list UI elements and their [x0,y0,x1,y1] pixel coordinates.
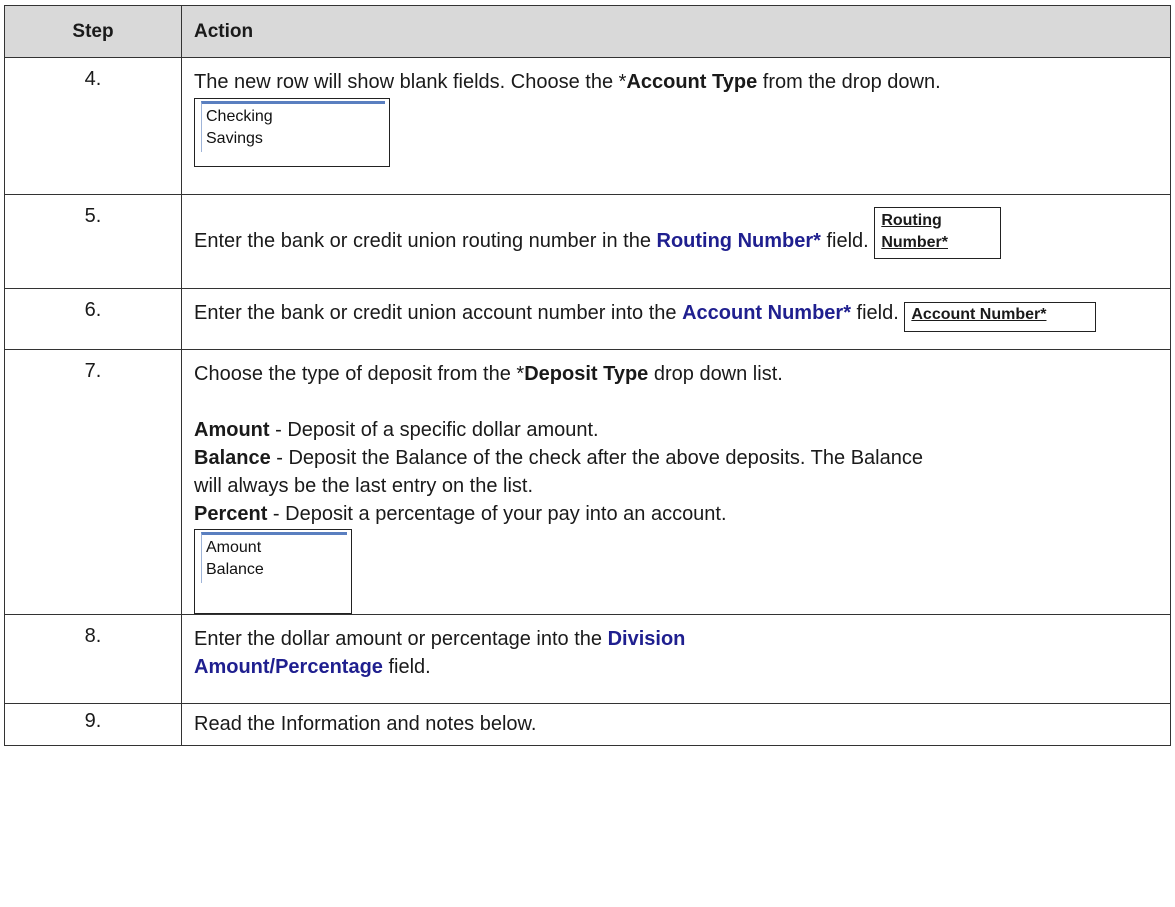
account-number-label-screenshot: Account Number* [904,302,1097,332]
field-name: Account Type [626,71,758,93]
table-row: 8. Enter the dollar amount or percentage… [4,614,1171,704]
field-name: Division [607,628,686,650]
step-number: 7. [4,349,182,615]
step-number: 8. [4,614,182,704]
definition-balance-cont: will always be the last entry on the lis… [194,475,534,497]
table-row: 5. Enter the bank or credit union routin… [4,194,1171,289]
definition-percent: Percent - Deposit a percentage of your p… [194,503,727,525]
definition-amount: Amount - Deposit of a specific dollar am… [194,419,599,441]
step-instruction: Enter the dollar amount or percentage in… [181,614,1171,704]
instruction-text: Enter the dollar amount or percentage in… [194,628,608,650]
procedure-table: Step Action 4. The new row will show bla… [4,5,1171,746]
field-name: Routing Number* [656,230,821,252]
account-type-listbox-screenshot: Checking Savings [194,98,390,167]
instruction-text: Choose the type of deposit from the * [194,363,525,385]
routing-number-label-screenshot: Routing Number* [874,207,1002,259]
step-number: 6. [4,288,182,350]
step-instruction: The new row will show blank fields. Choo… [181,57,1171,195]
deposit-type-listbox-screenshot: Amount Balance [194,529,352,614]
action-column-header: Action [181,5,1171,58]
listbox-option: Savings [206,130,263,147]
listbox-option: Amount [206,539,262,556]
definition-balance: Balance - Deposit the Balance of the che… [194,447,923,469]
instruction-text: field. [820,230,869,252]
label-line: Number* [881,234,948,251]
label-line: Routing [881,212,942,229]
table-row: 7. Choose the type of deposit from the *… [4,349,1171,615]
instruction-text: Enter the bank or credit union routing n… [194,230,657,252]
step-number: 9. [4,703,182,746]
instruction-text: from the drop down. [757,71,941,93]
table-row: 4. The new row will show blank fields. C… [4,57,1171,195]
table-header-row: Step Action [4,5,1171,58]
instruction-text: Enter the bank or credit union account n… [194,302,683,324]
step-instruction: Choose the type of deposit from the *Dep… [181,349,1171,615]
step-instruction: Enter the bank or credit union routing n… [181,194,1171,289]
field-name: Deposit Type [524,363,649,385]
instruction-text: drop down list. [648,363,783,385]
step-instruction: Read the Information and notes below. [181,703,1171,746]
step-number: 4. [4,57,182,195]
field-name: Amount/Percentage [194,656,383,678]
instruction-text: field. [382,656,431,678]
instruction-text: field. [850,302,899,324]
instruction-text: The new row will show blank fields. Choo… [194,71,627,93]
table-row: 9. Read the Information and notes below. [4,703,1171,746]
step-column-header: Step [4,5,182,58]
listbox-option: Balance [206,561,264,578]
step-number: 5. [4,194,182,289]
listbox-option: Checking [206,108,273,125]
step-instruction: Enter the bank or credit union account n… [181,288,1171,350]
label-text: Account Number* [911,306,1047,323]
table-row: 6. Enter the bank or credit union accoun… [4,288,1171,350]
field-name: Account Number* [682,302,851,324]
